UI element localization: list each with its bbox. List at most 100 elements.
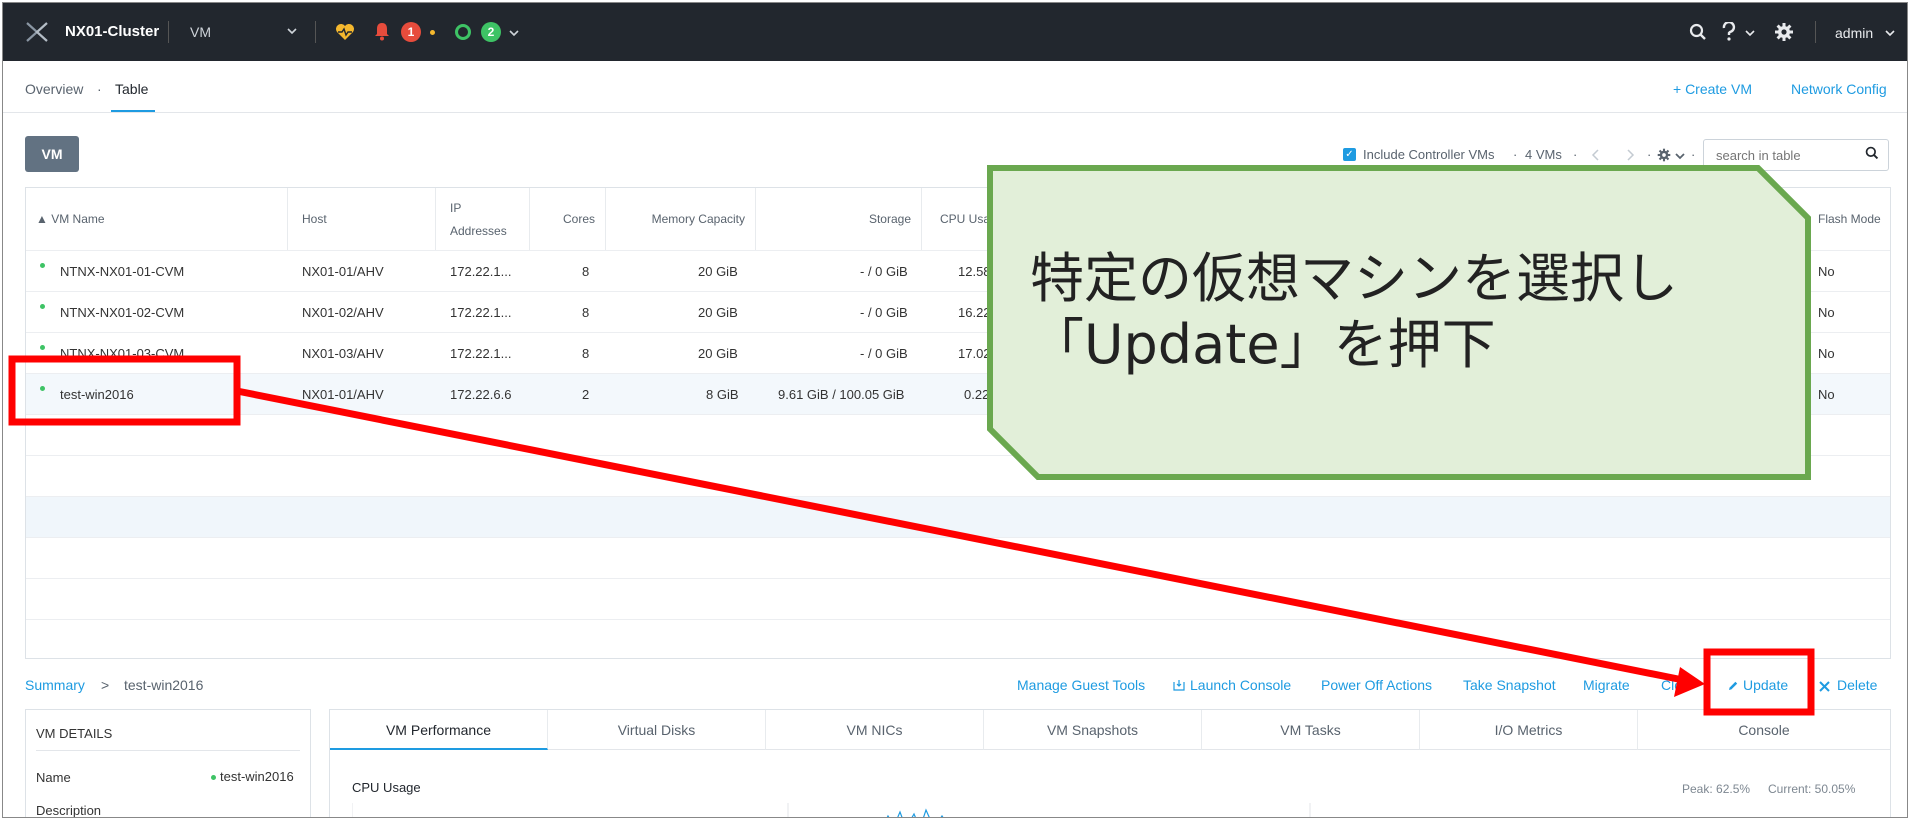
cores: 8: [582, 305, 590, 320]
include-cvms-label: Include Controller VMs: [1363, 147, 1495, 162]
gear-icon[interactable]: [1657, 148, 1671, 162]
network-config-link[interactable]: Network Config: [1791, 81, 1887, 97]
chevron-down-icon[interactable]: [287, 26, 297, 36]
column-header-flash-mode[interactable]: Flash Mode: [1806, 188, 1890, 250]
column-header-vm-name[interactable]: ▲ VM Name: [26, 188, 288, 250]
column-header-storage[interactable]: Storage: [756, 188, 922, 250]
migrate-button[interactable]: Migrate: [1583, 677, 1630, 693]
table-search-input[interactable]: [1703, 139, 1889, 171]
separator-dot: ·: [1513, 147, 1518, 162]
sub-navigation: Overview · Table + Create VM Network Con…: [3, 61, 1907, 113]
storage: 9.61 GiB / 100.05 GiB: [778, 387, 905, 402]
vm-performance-panel: VM Performance Virtual Disks VM NICs VM …: [329, 709, 1891, 817]
vm-name[interactable]: NTNX-NX01-01-CVM: [60, 264, 184, 279]
chevron-right-icon[interactable]: [1625, 149, 1635, 161]
status-dot: [211, 775, 216, 780]
create-vm-link[interactable]: + Create VM: [1673, 81, 1752, 97]
delete-button[interactable]: Delete: [1837, 677, 1877, 693]
storage: - / 0 GiB: [860, 264, 908, 279]
vm-entity-button[interactable]: VM: [25, 136, 79, 172]
tab-table[interactable]: Table: [115, 81, 148, 97]
table-row-selected[interactable]: test-win2016 NX01-01/AHV 172.22.6.6 2 8 …: [26, 373, 1890, 414]
column-header-ip-addresses[interactable]: IP Addresses: [436, 188, 530, 250]
chevron-left-icon[interactable]: [1591, 149, 1601, 161]
chevron-down-icon[interactable]: [509, 28, 519, 38]
circle-status-icon[interactable]: [454, 23, 472, 41]
bell-icon[interactable]: [374, 22, 390, 41]
cpu-usage: 0.22: [964, 387, 990, 402]
storage: - / 0 GiB: [860, 346, 908, 361]
cpu-usage-title: CPU Usage: [352, 780, 421, 795]
manage-guest-tools-button[interactable]: Manage Guest Tools: [1017, 677, 1145, 693]
separator-dot: ·: [1647, 147, 1652, 162]
include-cvms-checkbox[interactable]: ✓: [1343, 148, 1356, 161]
clone-button[interactable]: Clo: [1661, 677, 1682, 693]
tab-overview[interactable]: Overview: [25, 81, 83, 97]
cluster-name[interactable]: NX01-Cluster: [65, 23, 159, 40]
launch-console-button[interactable]: Launch Console: [1190, 677, 1291, 693]
user-menu[interactable]: admin: [1835, 25, 1873, 41]
vm-name[interactable]: test-win2016: [60, 387, 134, 402]
update-button[interactable]: Update: [1743, 677, 1788, 693]
table-row-empty: [26, 578, 1890, 619]
memory: 20 GiB: [698, 305, 738, 320]
storage: - / 0 GiB: [860, 305, 908, 320]
description-label: Description: [36, 803, 102, 818]
breadcrumb-chevron: >: [101, 677, 110, 693]
column-header-memory-capacity[interactable]: Memory Capacity: [606, 188, 756, 250]
nutanix-logo-icon[interactable]: [25, 20, 49, 44]
tab-vm-tasks[interactable]: VM Tasks: [1202, 710, 1420, 750]
name-value: test-win2016: [220, 769, 294, 784]
cpu-usage: 12.58: [958, 264, 991, 279]
warning-dot: [430, 30, 435, 35]
divider: [168, 21, 169, 43]
divider: [315, 21, 316, 43]
table-row-empty: [26, 496, 1890, 537]
help-icon[interactable]: [1722, 22, 1736, 42]
chevron-down-icon[interactable]: [1675, 151, 1685, 161]
pencil-icon[interactable]: [1727, 680, 1739, 692]
table-row-empty: [26, 455, 1890, 496]
task-count-badge[interactable]: 2: [481, 22, 501, 42]
view-selector[interactable]: VM: [190, 24, 211, 40]
host: NX01-01/AHV: [302, 387, 384, 402]
tab-io-metrics[interactable]: I/O Metrics: [1420, 710, 1638, 750]
chevron-down-icon[interactable]: [1885, 28, 1895, 38]
console-icon[interactable]: [1173, 679, 1185, 691]
column-header-cores[interactable]: Cores: [530, 188, 606, 250]
alert-count-badge[interactable]: 1: [401, 22, 421, 42]
close-icon[interactable]: [1819, 681, 1830, 692]
details-heading: VM DETAILS: [36, 726, 113, 741]
table-row-empty: [26, 414, 1890, 455]
host: NX01-03/AHV: [302, 346, 384, 361]
tab-vm-nics[interactable]: VM NICs: [766, 710, 984, 750]
table-row-empty: [26, 537, 1890, 578]
ip-address: 172.22.6.6: [450, 387, 512, 402]
column-header-cpu-usage[interactable]: CPU Usa: [922, 188, 1012, 250]
search-icon[interactable]: [1689, 23, 1707, 41]
chevron-down-icon[interactable]: [1745, 28, 1755, 38]
health-heart-icon[interactable]: [335, 23, 355, 41]
column-header-host[interactable]: Host: [288, 188, 436, 250]
cores: 8: [582, 346, 590, 361]
tab-vm-performance[interactable]: VM Performance: [330, 710, 548, 750]
tab-console[interactable]: Console: [1638, 710, 1890, 750]
summary-link[interactable]: Summary: [25, 677, 85, 693]
take-snapshot-button[interactable]: Take Snapshot: [1463, 677, 1556, 693]
host: NX01-01/AHV: [302, 264, 384, 279]
flash-mode: No: [1818, 305, 1835, 320]
divider: [36, 750, 300, 751]
tab-vm-snapshots[interactable]: VM Snapshots: [984, 710, 1202, 750]
ip-address: 172.22.1...: [450, 305, 512, 320]
status-dot: [40, 345, 45, 350]
status-dot: [40, 386, 45, 391]
gear-icon[interactable]: [1774, 22, 1794, 42]
cores: 8: [582, 264, 590, 279]
vm-name[interactable]: NTNX-NX01-03-CVM: [60, 346, 184, 361]
tab-virtual-disks[interactable]: Virtual Disks: [548, 710, 766, 750]
power-off-actions-button[interactable]: Power Off Actions: [1321, 677, 1432, 693]
vm-name[interactable]: NTNX-NX01-02-CVM: [60, 305, 184, 320]
tab-separator: ·: [97, 81, 102, 97]
search-icon[interactable]: [1865, 146, 1879, 160]
cores: 2: [582, 387, 590, 402]
